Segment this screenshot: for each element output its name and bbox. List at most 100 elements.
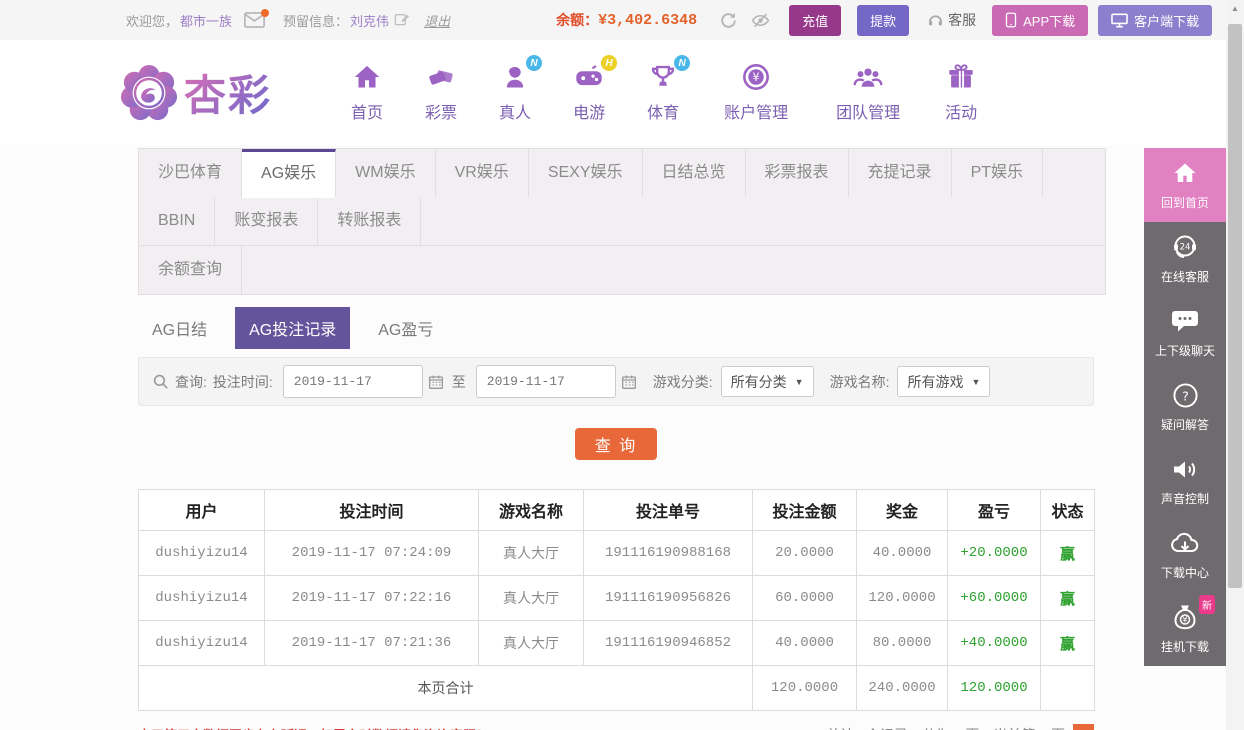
pagination-summary: 总计 3个记录，分为 1 页，当前第 1 页	[826, 725, 1065, 730]
ag-subtabs: AG日结 AG投注记录 AG盈亏	[138, 308, 1094, 348]
side-item-idle-download[interactable]: ¥ 新 挂机下载	[1144, 592, 1226, 666]
tab-wm-entertainment[interactable]: WM娱乐	[336, 149, 435, 197]
subtab-ag-profit[interactable]: AG盈亏	[364, 307, 447, 349]
question-circle-icon: ?	[1172, 381, 1199, 409]
recharge-button[interactable]: 充值	[789, 5, 841, 36]
logout-link[interactable]: 退出	[424, 11, 450, 30]
cell-game-name: 真人大厅	[479, 621, 584, 666]
client-download-button[interactable]: 客户端下载	[1098, 5, 1212, 36]
scrollbar-thumb[interactable]	[1228, 24, 1242, 588]
side-item-label: 回到首页	[1161, 194, 1209, 211]
tab-vr-entertainment[interactable]: VR娱乐	[436, 149, 529, 197]
bet-records-table: 用户 投注时间 游戏名称 投注单号 投注金额 奖金 盈亏 状态 dushiyiz…	[138, 489, 1095, 711]
phone-icon	[1005, 12, 1017, 28]
tab-row-2: 余额查询	[139, 246, 1105, 294]
col-profit: 盈亏	[948, 490, 1041, 531]
query-submit-button[interactable]: 查 询	[575, 428, 657, 460]
side-item-sound-control[interactable]: 声音控制	[1144, 444, 1226, 518]
badge-h: H	[601, 55, 617, 71]
tab-lottery-report[interactable]: 彩票报表	[746, 149, 849, 197]
welcome-text: 欢迎您，	[126, 11, 178, 30]
tab-balance-query[interactable]: 余额查询	[139, 246, 242, 294]
date-from-input[interactable]	[283, 365, 423, 398]
gamepad-icon: H	[574, 62, 604, 92]
app-download-button[interactable]: APP下载	[992, 5, 1088, 36]
tab-transfer-report[interactable]: 转账报表	[318, 197, 421, 245]
site-logo[interactable]: 杏彩	[120, 62, 272, 123]
side-item-back-to-home[interactable]: 回到首页	[1144, 148, 1226, 222]
browser-scrollbar[interactable]: ▲	[1226, 0, 1244, 730]
tab-sexy-entertainment[interactable]: SEXY娱乐	[529, 149, 643, 197]
nav-item-account-management[interactable]: ¥ 账户管理	[700, 62, 812, 123]
game-category-select[interactable]: 所有分类 ▼	[721, 366, 814, 397]
tab-shaba-sports[interactable]: 沙巴体育	[139, 149, 242, 197]
date-to-input[interactable]	[476, 365, 616, 398]
nav-label: 首页	[351, 99, 383, 123]
tab-bbin[interactable]: BBIN	[139, 197, 215, 245]
table-row: dushiyizu14 2019-11-17 07:21:36 真人大厅 191…	[139, 621, 1095, 666]
side-item-label: 上下级聊天	[1155, 342, 1215, 359]
svg-text:24: 24	[1180, 243, 1191, 253]
main-nav: 首页 彩票 N 真人 H 电游 N 体育	[330, 62, 998, 123]
side-item-download-center[interactable]: 下载中心	[1144, 518, 1226, 592]
cell-prize: 40.0000	[857, 531, 948, 576]
eye-off-icon[interactable]	[750, 11, 771, 30]
message-envelope-icon[interactable]	[244, 12, 265, 28]
edit-icon[interactable]	[394, 12, 410, 28]
subtab-ag-daily[interactable]: AG日结	[138, 307, 221, 349]
tab-ag-entertainment[interactable]: AG娱乐	[242, 149, 336, 197]
tab-row-1: 沙巴体育 AG娱乐 WM娱乐 VR娱乐 SEXY娱乐 日结总览 彩票报表 充提记…	[139, 149, 1105, 246]
col-user: 用户	[139, 490, 265, 531]
badge-n: N	[526, 55, 542, 71]
nav-item-lottery[interactable]: 彩票	[404, 62, 478, 123]
tab-daily-summary[interactable]: 日结总览	[643, 149, 746, 197]
cell-user: dushiyizu14	[139, 576, 265, 621]
cell-bet-time: 2019-11-17 07:24:09	[265, 531, 479, 576]
total-label: 本页合计	[139, 666, 753, 711]
nav-item-live-casino[interactable]: N 真人	[478, 62, 552, 123]
calendar-icon[interactable]	[428, 374, 444, 390]
app-download-label: APP下载	[1023, 11, 1075, 30]
svg-text:?: ?	[1182, 388, 1189, 403]
cell-order-no: 191116190988168	[584, 531, 753, 576]
reserved-info-label: 预留信息：	[283, 11, 348, 30]
scrollbar-up-arrow[interactable]: ▲	[1226, 0, 1244, 16]
tab-account-change-report[interactable]: 账变报表	[215, 197, 318, 245]
chat-bubble-icon	[1171, 307, 1199, 335]
nav-item-team-management[interactable]: 团队管理	[812, 62, 924, 123]
subtab-ag-bet-records[interactable]: AG投注记录	[235, 307, 350, 349]
tab-pt-entertainment[interactable]: PT娱乐	[952, 149, 1043, 197]
tab-deposit-withdraw-record[interactable]: 充提记录	[849, 149, 952, 197]
table-total-row: 本页合计 120.0000 240.0000 120.0000	[139, 666, 1095, 711]
col-bet-time: 投注时间	[265, 490, 479, 531]
side-item-faq[interactable]: ? 疑问解答	[1144, 370, 1226, 444]
bet-time-label: 投注时间:	[213, 372, 273, 392]
cell-profit: +40.0000	[948, 621, 1041, 666]
cell-status: 赢	[1041, 576, 1095, 621]
side-item-online-service[interactable]: 24 在线客服	[1144, 222, 1226, 296]
customer-service-link[interactable]: 客服	[927, 10, 976, 30]
sync-delay-notice: 由于第三方数据同步存在延迟，如需实时数据请您咨询客服！	[138, 725, 489, 730]
refresh-icon[interactable]	[719, 11, 738, 30]
nav-item-home[interactable]: 首页	[330, 62, 404, 123]
to-label: 至	[452, 372, 466, 392]
team-icon	[853, 62, 883, 92]
calendar-icon[interactable]	[621, 374, 637, 390]
game-name-select[interactable]: 所有游戏 ▼	[897, 366, 990, 397]
page-number-button[interactable]: 1	[1073, 724, 1094, 730]
report-tabs: 沙巴体育 AG娱乐 WM娱乐 VR娱乐 SEXY娱乐 日结总览 彩票报表 充提记…	[138, 148, 1106, 295]
side-item-chat[interactable]: 上下级聊天	[1144, 296, 1226, 370]
cell-bet-amount: 20.0000	[753, 531, 857, 576]
total-profit: 120.0000	[948, 666, 1041, 711]
chevron-down-icon: ▼	[795, 377, 804, 387]
headset-icon	[927, 12, 944, 29]
nav-item-activities[interactable]: 活动	[924, 62, 998, 123]
cell-bet-time: 2019-11-17 07:21:36	[265, 621, 479, 666]
withdraw-button[interactable]: 提款	[857, 5, 909, 36]
nav-item-electronic-games[interactable]: H 电游	[552, 62, 626, 123]
pagination: 总计 3个记录，分为 1 页，当前第 1 页 1	[826, 724, 1094, 730]
notification-dot	[261, 9, 269, 17]
nav-item-sports[interactable]: N 体育	[626, 62, 700, 123]
total-prize: 240.0000	[857, 666, 948, 711]
search-bar: 查询: 投注时间: 至 游戏分类: 所有分类 ▼ 游戏名称: 所有游戏 ▼	[138, 357, 1094, 406]
